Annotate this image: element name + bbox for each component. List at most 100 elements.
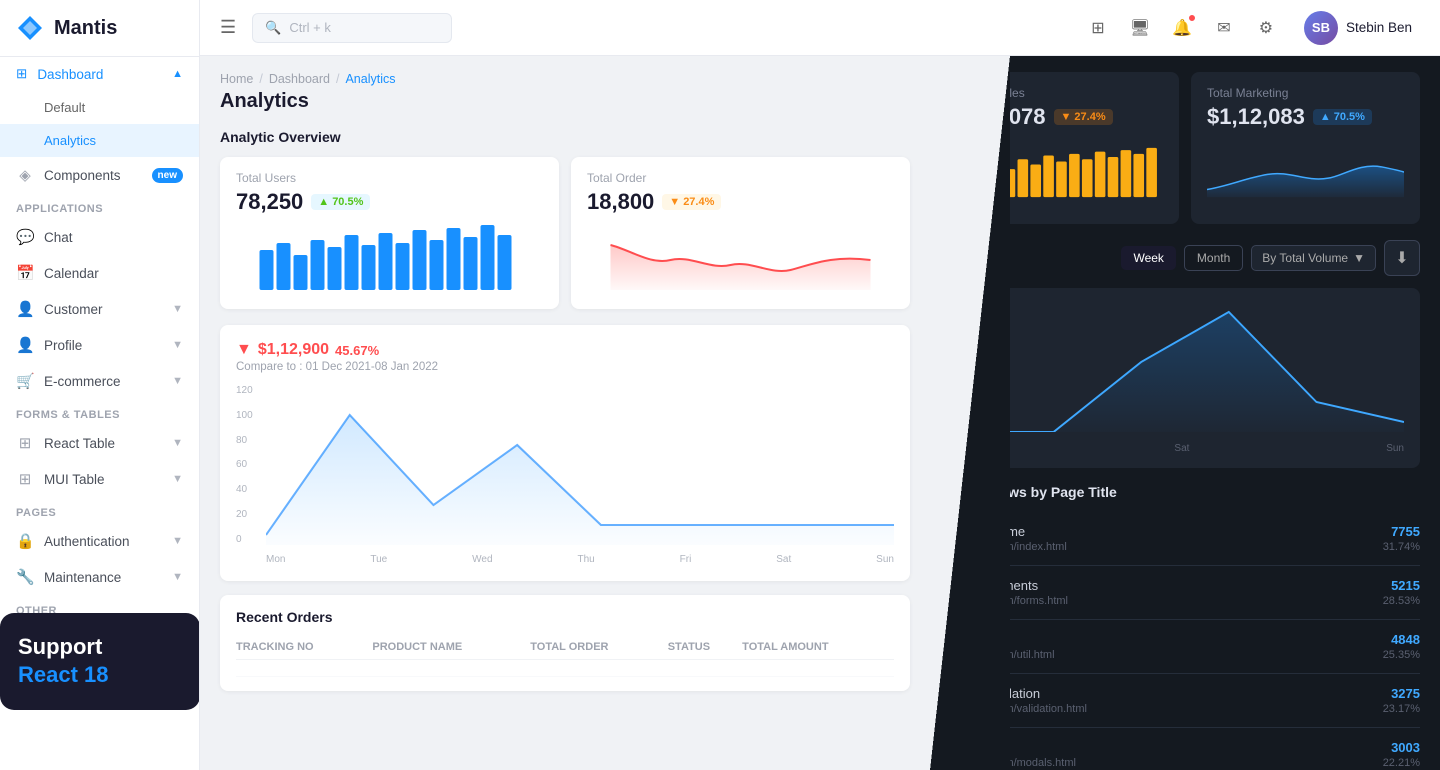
- chevron-down-icon-6: ▼: [172, 535, 183, 547]
- download-icon-btn[interactable]: ⬇: [1384, 240, 1420, 276]
- week-btn[interactable]: Week: [1121, 246, 1175, 270]
- notification-dot: [1188, 14, 1196, 22]
- grid-icon-btn[interactable]: ⊞: [1080, 10, 1116, 46]
- components-badge: new: [152, 168, 183, 183]
- total-sales-card: Total Sales $35,078 ▼ 27.4%: [950, 72, 1179, 224]
- page-view-item-4: Form Validation /demo/admin/validation.h…: [950, 674, 1420, 728]
- page-title: Analytics: [220, 90, 910, 113]
- col-product: PRODUCT NAME: [372, 635, 530, 660]
- sidebar-logo[interactable]: Mantis: [0, 0, 199, 57]
- applications-label: Applications: [0, 193, 199, 219]
- orders-table: TRACKING NO PRODUCT NAME TOTAL ORDER STA…: [236, 635, 894, 677]
- profile-icon: 👤: [16, 336, 34, 354]
- sidebar-item-maintenance[interactable]: 🔧 Maintenance ▼: [0, 559, 199, 595]
- settings-icon-btn[interactable]: ⚙: [1248, 10, 1284, 46]
- total-order-badge: ▼ 27.4%: [662, 194, 721, 210]
- maintenance-label: Maintenance: [44, 570, 121, 585]
- default-label: Default: [44, 100, 85, 115]
- mui-table-label: MUI Table: [44, 472, 105, 487]
- sidebar-item-authentication[interactable]: 🔒 Authentication ▼: [0, 523, 199, 559]
- recent-orders-section: Recent Orders TRACKING NO PRODUCT NAME T…: [220, 595, 910, 691]
- total-order-chart: [587, 225, 894, 290]
- chevron-up-icon: ▲: [172, 68, 183, 80]
- search-bar[interactable]: 🔍 Ctrl + k: [252, 13, 452, 43]
- sidebar-item-components[interactable]: ◈ Components new: [0, 157, 199, 193]
- analytics-label: Analytics: [44, 133, 96, 148]
- total-order-value: 18,800: [587, 189, 654, 215]
- recent-orders-title: Recent Orders: [236, 609, 894, 625]
- table-icon: ⊞: [16, 434, 34, 452]
- total-marketing-value: $1,12,083: [1207, 104, 1305, 130]
- col-status: STATUS: [668, 635, 742, 660]
- customer-label: Customer: [44, 302, 103, 317]
- monitor-icon-btn[interactable]: 🖥: [1122, 10, 1158, 46]
- bell-icon-btn[interactable]: 🔔: [1164, 10, 1200, 46]
- sidebar-item-react-table[interactable]: ⊞ React Table ▼: [0, 425, 199, 461]
- sidebar-item-dashboard[interactable]: ⊞ Dashboard ▲: [0, 57, 199, 91]
- breadcrumb-current: Analytics: [345, 72, 395, 86]
- sidebar-item-chat[interactable]: 💬 Chat: [0, 219, 199, 255]
- profile-label: Profile: [44, 338, 82, 353]
- total-marketing-card: Total Marketing $1,12,083 ▲ 70.5%: [1191, 72, 1420, 224]
- chevron-down-icon-2: ▼: [172, 339, 183, 351]
- page-views-title: Page Views by Page Title: [950, 484, 1420, 500]
- chat-label: Chat: [44, 230, 73, 245]
- sidebar-item-calendar[interactable]: 📅 Calendar: [0, 255, 199, 291]
- volume-dropdown[interactable]: By Total Volume ▼: [1251, 245, 1376, 271]
- total-sales-badge: ▼ 27.4%: [1054, 109, 1113, 125]
- total-order-label: Total Order: [587, 171, 894, 185]
- search-placeholder: Ctrl + k: [289, 20, 331, 35]
- chevron-down-icon-3: ▼: [172, 375, 183, 387]
- sidebar-item-analytics[interactable]: Analytics: [0, 124, 199, 157]
- income-line-chart: 120 100 80 60 40 20 0: [236, 385, 894, 565]
- sidebar-item-customer[interactable]: 👤 Customer ▼: [0, 291, 199, 327]
- total-sales-value: $35,078: [966, 104, 1046, 130]
- sidebar-item-profile[interactable]: 👤 Profile ▼: [0, 327, 199, 363]
- total-marketing-label: Total Marketing: [1207, 86, 1404, 100]
- chevron-down-icon-5: ▼: [172, 473, 183, 485]
- month-btn[interactable]: Month: [1184, 245, 1243, 271]
- user-avatar[interactable]: SB Stebin Ben: [1296, 7, 1420, 49]
- sidebar-item-mui-table[interactable]: ⊞ MUI Table ▼: [0, 461, 199, 497]
- col-total-amount: TOTAL AMOUNT: [742, 635, 894, 660]
- chat-icon: 💬: [16, 228, 34, 246]
- chevron-down-icon-vol: ▼: [1353, 251, 1365, 265]
- analytic-overview-title: Analytic Overview: [220, 129, 910, 145]
- dashboard-icon: ⊞: [16, 66, 27, 82]
- page-view-item-1: Admin Home /demo/admin/index.html 7755 3…: [950, 512, 1420, 566]
- support-text: Support React 18: [18, 633, 182, 690]
- sidebar-item-ecommerce[interactable]: 🛒 E-commerce ▼: [0, 363, 199, 399]
- page-view-item-2: Form Elements /demo/admin/forms.html 521…: [950, 566, 1420, 620]
- react-table-label: React Table: [44, 436, 115, 451]
- total-users-chart: [236, 225, 543, 290]
- app-name: Mantis: [54, 17, 117, 40]
- forms-label: Forms & Tables: [0, 399, 199, 425]
- mail-icon-btn[interactable]: ✉: [1206, 10, 1242, 46]
- pages-label: Pages: [0, 497, 199, 523]
- mui-table-icon: ⊞: [16, 470, 34, 488]
- chevron-down-icon: ▼: [172, 303, 183, 315]
- content-left: Home / Dashboard / Analytics Analytics A…: [200, 56, 930, 770]
- breadcrumb-dashboard[interactable]: Dashboard: [269, 72, 330, 86]
- hamburger-icon[interactable]: ☰: [220, 17, 236, 38]
- breadcrumb-home[interactable]: Home: [220, 72, 253, 86]
- x-axis: Mon Tue Wed Thu Fri Sat Sun: [266, 554, 894, 565]
- customer-icon: 👤: [16, 300, 34, 318]
- maintenance-icon: 🔧: [16, 568, 34, 586]
- total-order-card: Total Order 18,800 ▼ 27.4%: [571, 157, 910, 309]
- analytics-cards: Total Users 78,250 ▲ 70.5%: [220, 157, 910, 309]
- breadcrumb: Home / Dashboard / Analytics: [220, 72, 910, 86]
- income-value: ▼ $1,12,900 45.67%: [236, 341, 438, 359]
- sidebar-item-default[interactable]: Default: [0, 91, 199, 124]
- chevron-down-icon-4: ▼: [172, 437, 183, 449]
- content-split: Home / Dashboard / Analytics Analytics A…: [200, 56, 1440, 770]
- page-view-item-5: Modals /demo/admin/modals.html 3003 22.2…: [950, 728, 1420, 770]
- table-row: [236, 660, 894, 677]
- calendar-label: Calendar: [44, 266, 99, 281]
- total-users-label: Total Users: [236, 171, 543, 185]
- content-right: Total Sales $35,078 ▼ 27.4%: [930, 56, 1440, 770]
- dashboard-label: Dashboard: [37, 67, 103, 82]
- total-sales-chart: [966, 140, 1163, 205]
- ecommerce-label: E-commerce: [44, 374, 121, 389]
- topbar-icons: ⊞ 🖥 🔔 ✉ ⚙: [1080, 10, 1284, 46]
